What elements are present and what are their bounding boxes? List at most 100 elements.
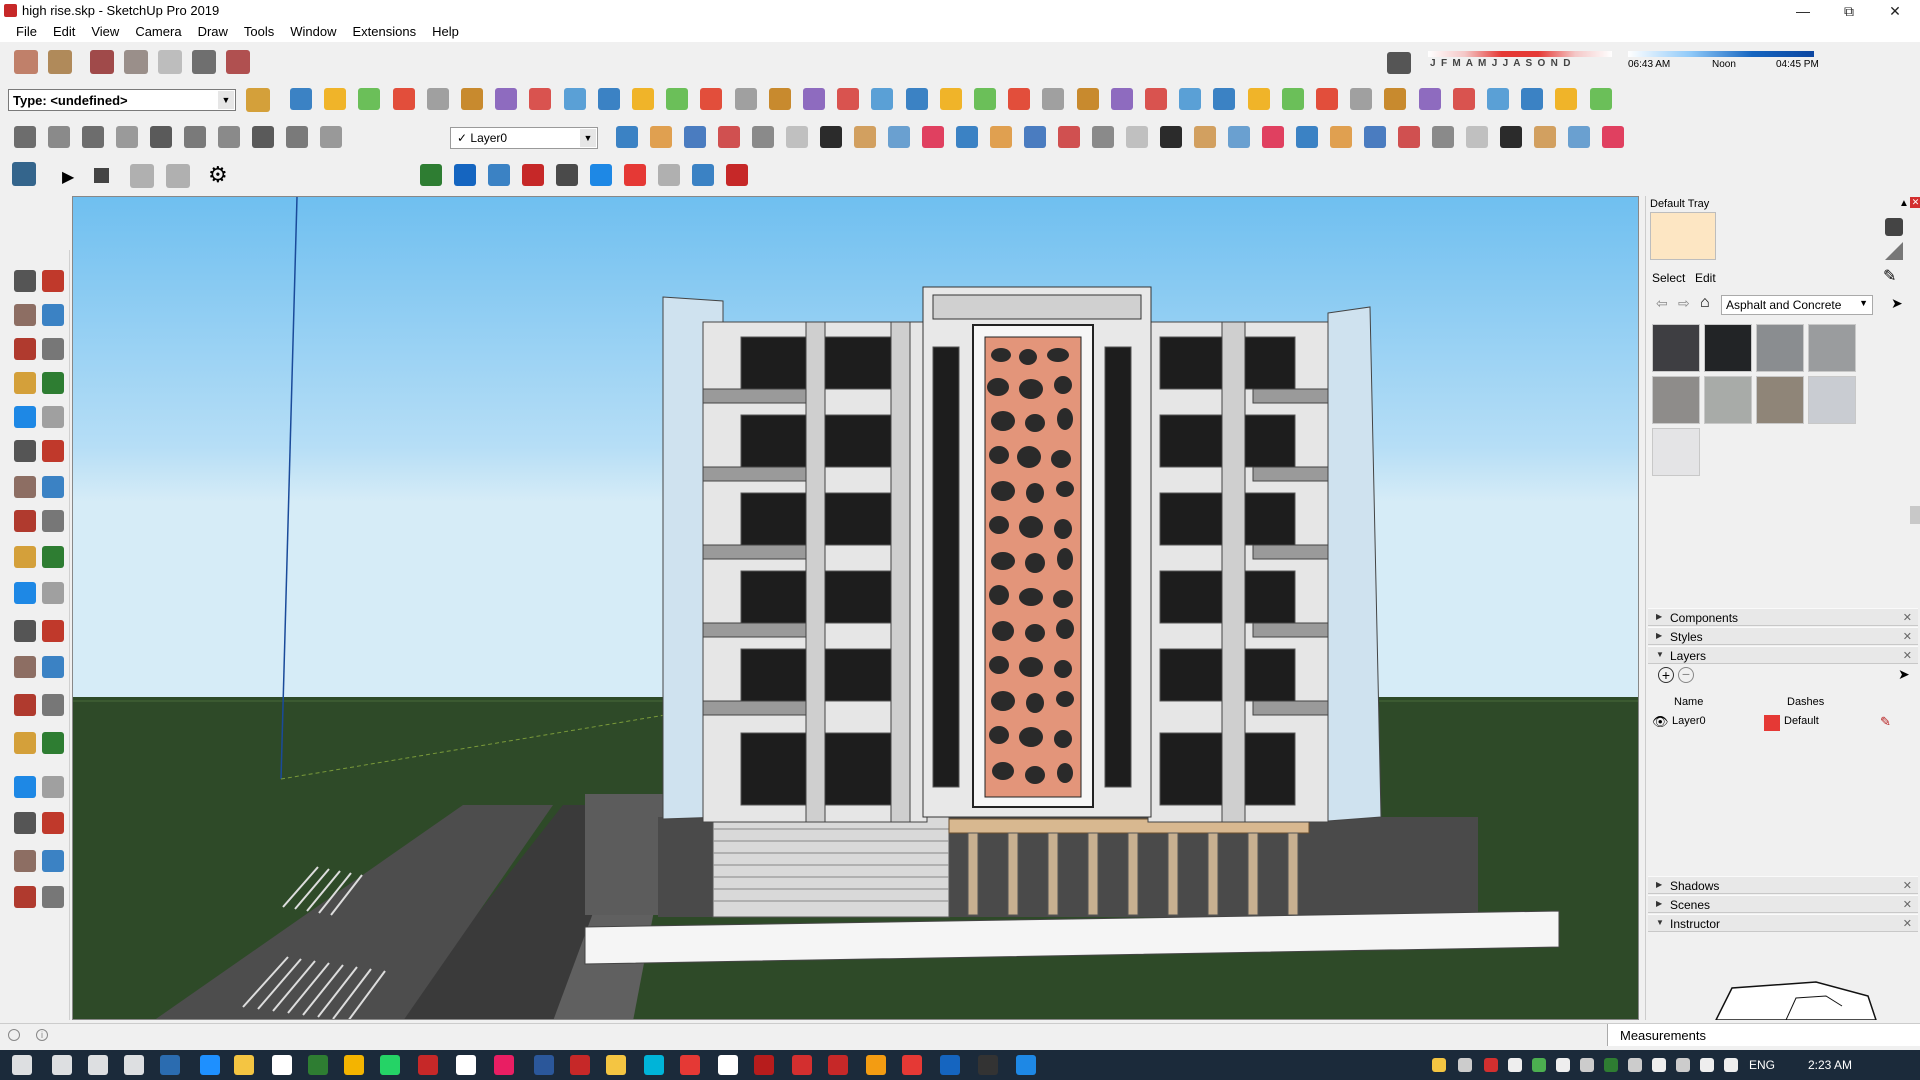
menu-edit[interactable]: Edit	[45, 22, 83, 42]
credits-info-icon[interactable]: i	[36, 1029, 48, 1041]
tab-select[interactable]: Select	[1652, 271, 1685, 285]
layer-pencil-icon[interactable]: ✎	[1880, 714, 1891, 730]
view-tool-icon[interactable]	[48, 126, 70, 148]
toolbar-tool-icon[interactable]	[768, 88, 791, 110]
palette-tool-icon[interactable]	[42, 776, 64, 798]
material-swatch[interactable]	[1704, 324, 1752, 372]
toolbar-tool-icon[interactable]	[1521, 88, 1544, 110]
palette-tool-icon[interactable]	[14, 338, 36, 360]
toolbar-tool-icon[interactable]	[1110, 88, 1133, 110]
close-icon[interactable]: ✕	[1903, 917, 1912, 930]
palette-tool-icon[interactable]	[42, 440, 64, 462]
layer-row[interactable]: 👁 Layer0 Default ✎	[1646, 712, 1920, 732]
toolbar-tool-icon[interactable]	[324, 88, 347, 110]
view-tool-icon[interactable]	[218, 126, 240, 148]
taskbar-clock[interactable]: 2:23 AM	[1808, 1058, 1852, 1072]
menu-file[interactable]: File	[8, 22, 45, 42]
smoove-icon[interactable]	[158, 50, 182, 74]
toolbar-tool-icon[interactable]	[290, 88, 312, 110]
style-tool-icon[interactable]	[1534, 126, 1556, 148]
taskbar-app-icon[interactable]	[272, 1055, 292, 1075]
palette-tool-icon[interactable]	[42, 850, 64, 872]
home-icon[interactable]: ⌂	[1700, 294, 1710, 312]
toolbar-tool-icon[interactable]	[1213, 88, 1236, 110]
delete-layer-icon[interactable]: −	[1678, 667, 1694, 683]
palette-tool-icon[interactable]	[42, 406, 64, 428]
taskbar-app-icon[interactable]	[866, 1055, 886, 1075]
view-tool-icon[interactable]	[184, 126, 206, 148]
taskbar-app-icon[interactable]	[978, 1055, 998, 1075]
pin-icon[interactable]: ▲	[1899, 198, 1909, 209]
panel-components[interactable]: ▶ Components ✕	[1648, 608, 1918, 626]
taskbar-app-icon[interactable]	[456, 1055, 476, 1075]
style-tool-icon[interactable]	[752, 126, 774, 148]
visibility-eye-icon[interactable]: 👁	[1652, 714, 1669, 730]
style-tool-icon[interactable]	[1568, 126, 1590, 148]
component-tool-icon[interactable]	[488, 164, 510, 186]
toolbar-tool-icon[interactable]	[905, 88, 928, 110]
taskbar-app-icon[interactable]	[380, 1055, 400, 1075]
menu-extensions[interactable]: Extensions	[345, 22, 425, 42]
system-tray-icon[interactable]	[1652, 1058, 1666, 1072]
palette-tool-icon[interactable]	[14, 406, 36, 428]
toolbar-tool-icon[interactable]	[563, 88, 586, 110]
taskbar-app-icon[interactable]	[792, 1055, 812, 1075]
style-tool-icon[interactable]	[990, 126, 1012, 148]
gear-icon[interactable]: ⚙	[208, 162, 228, 188]
add-scene-icon[interactable]	[130, 164, 154, 188]
material-library-select[interactable]: Asphalt and Concrete ▼	[1721, 295, 1873, 315]
taskbar-app-icon[interactable]	[680, 1055, 700, 1075]
style-tool-icon[interactable]	[1296, 126, 1318, 148]
material-swatch[interactable]	[1652, 324, 1700, 372]
toolbar-tool-icon[interactable]	[426, 88, 449, 110]
toolbar-tool-icon[interactable]	[1247, 88, 1270, 110]
material-swatch[interactable]	[1704, 376, 1752, 424]
taskbar-app-icon[interactable]	[308, 1055, 328, 1075]
toolbar-tool-icon[interactable]	[1281, 88, 1304, 110]
material-swatch[interactable]	[1808, 324, 1856, 372]
style-tool-icon[interactable]	[786, 126, 808, 148]
palette-tool-icon[interactable]	[42, 304, 64, 326]
taskbar-app-icon[interactable]	[12, 1055, 32, 1075]
minimize-button[interactable]: —	[1780, 0, 1826, 22]
style-tool-icon[interactable]	[1398, 126, 1420, 148]
style-tool-icon[interactable]	[888, 126, 910, 148]
drape-icon[interactable]	[226, 50, 250, 74]
toolbar-tool-icon[interactable]	[871, 88, 894, 110]
toolbar-tool-icon[interactable]	[1589, 88, 1612, 110]
style-tool-icon[interactable]	[1058, 126, 1080, 148]
palette-tool-icon[interactable]	[14, 476, 36, 498]
palette-tool-icon[interactable]	[42, 510, 64, 532]
component-tool-icon[interactable]	[624, 164, 646, 186]
view-tool-icon[interactable]	[14, 126, 36, 148]
type-selector[interactable]: Type: <undefined> ▼	[8, 89, 236, 111]
system-tray-icon[interactable]	[1700, 1058, 1714, 1072]
palette-tool-icon[interactable]	[14, 304, 36, 326]
system-tray-icon[interactable]	[1724, 1058, 1738, 1072]
system-tray-icon[interactable]	[1432, 1058, 1446, 1072]
chevron-down-icon[interactable]: ▼	[218, 91, 234, 109]
details-arrow-icon[interactable]: ➤	[1891, 295, 1903, 312]
style-tool-icon[interactable]	[820, 126, 842, 148]
component-tool-icon[interactable]	[556, 164, 578, 186]
restore-button[interactable]: ⧉	[1826, 0, 1872, 22]
month-slider[interactable]	[1428, 51, 1612, 57]
toolbar-tool-icon[interactable]	[1145, 88, 1167, 110]
tray-close-icon[interactable]: ✕	[1910, 197, 1920, 208]
view-tool-icon[interactable]	[252, 126, 274, 148]
toolbar-tool-icon[interactable]	[837, 88, 860, 110]
taskbar-app-icon[interactable]	[718, 1055, 738, 1075]
taskbar-app-icon[interactable]	[940, 1055, 960, 1075]
remove-scene-icon[interactable]	[166, 164, 190, 188]
style-tool-icon[interactable]	[1500, 126, 1522, 148]
view-tool-icon[interactable]	[320, 126, 342, 148]
view-tool-icon[interactable]	[150, 126, 172, 148]
map-texture-icon[interactable]	[48, 50, 72, 74]
3d-viewport[interactable]	[72, 196, 1639, 1020]
palette-tool-icon[interactable]	[42, 582, 64, 604]
language-indicator[interactable]: ENG	[1749, 1058, 1775, 1072]
lumion-logo-icon[interactable]	[12, 162, 36, 186]
component-tool-icon[interactable]	[692, 164, 714, 186]
tab-edit[interactable]: Edit	[1695, 271, 1716, 285]
toolbar-tool-icon[interactable]	[666, 88, 689, 110]
